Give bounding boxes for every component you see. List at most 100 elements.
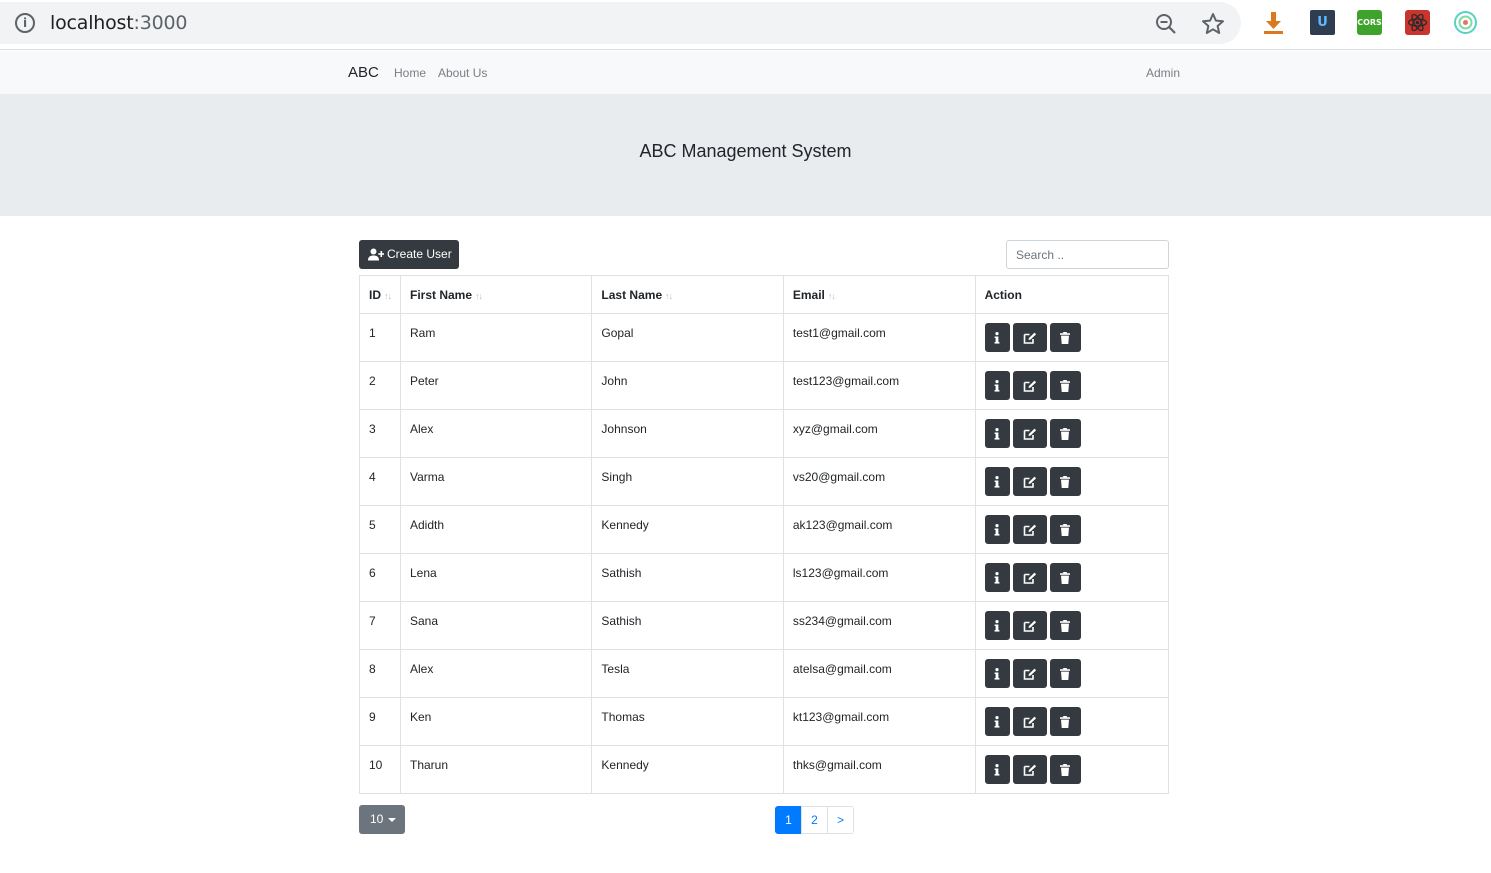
browser-toolbar: i localhost:3000 U CORS bbox=[0, 0, 1491, 50]
page-header: ABC Management System bbox=[0, 94, 1491, 216]
users-table: ID ↑↓ First Name ↑↓ Last Name ↑↓ Email ↑↓ Ac… bbox=[359, 275, 1170, 794]
sort-icon: ↑↓ bbox=[665, 290, 673, 301]
delete-user-button[interactable] bbox=[1049, 467, 1081, 496]
view-user-button[interactable] bbox=[984, 371, 1010, 400]
nav-link-home[interactable]: Home bbox=[394, 66, 426, 80]
page-size-value: 10 bbox=[370, 812, 384, 826]
zoom-out-icon[interactable] bbox=[1155, 13, 1177, 40]
view-user-button[interactable] bbox=[984, 659, 1010, 688]
cell-email: xyz@gmail.com bbox=[782, 409, 976, 458]
cell-actions bbox=[974, 361, 1170, 410]
view-user-button[interactable] bbox=[984, 515, 1010, 544]
delete-user-button[interactable] bbox=[1049, 371, 1081, 400]
page-button-1[interactable]: 1 bbox=[775, 806, 802, 834]
column-header-first-name[interactable]: First Name ↑↓ bbox=[399, 275, 593, 314]
extension-react-devtools-icon[interactable] bbox=[1405, 10, 1430, 35]
edit-user-button[interactable] bbox=[1012, 323, 1047, 352]
cell-actions bbox=[974, 457, 1170, 506]
url-text[interactable]: localhost:3000 bbox=[50, 12, 187, 34]
cell-email: ak123@gmail.com bbox=[782, 505, 976, 554]
sort-icon: ↑↓ bbox=[384, 290, 392, 301]
view-user-button[interactable] bbox=[984, 755, 1010, 784]
column-header-last-name[interactable]: Last Name ↑↓ bbox=[591, 275, 784, 314]
column-header-email[interactable]: Email ↑↓ bbox=[782, 275, 976, 314]
url-port: :3000 bbox=[133, 12, 188, 34]
cell-last-name: Singh bbox=[591, 457, 784, 506]
cell-email: test1@gmail.com bbox=[782, 313, 976, 362]
delete-user-button[interactable] bbox=[1049, 659, 1081, 688]
cell-last-name: Kennedy bbox=[591, 745, 784, 794]
edit-user-button[interactable] bbox=[1012, 371, 1047, 400]
next-page-button[interactable]: > bbox=[827, 806, 854, 834]
nav-link-admin[interactable]: Admin bbox=[1146, 66, 1180, 80]
delete-user-button[interactable] bbox=[1049, 515, 1081, 544]
cell-id: 5 bbox=[359, 505, 401, 554]
pagination: 1 2 > bbox=[775, 806, 854, 834]
download-icon[interactable] bbox=[1261, 10, 1286, 35]
cell-last-name: Johnson bbox=[591, 409, 784, 458]
user-plus-icon bbox=[368, 248, 384, 261]
table-row: 5 Adidth Kennedy ak123@gmail.com bbox=[359, 505, 1170, 554]
navbar-brand[interactable]: ABC bbox=[348, 64, 379, 81]
address-bar[interactable]: i localhost:3000 bbox=[0, 2, 1241, 44]
column-header-id[interactable]: ID ↑↓ bbox=[359, 275, 401, 314]
cell-last-name: Sathish bbox=[591, 553, 784, 602]
cell-email: thks@gmail.com bbox=[782, 745, 976, 794]
edit-user-button[interactable] bbox=[1012, 707, 1047, 736]
app-navbar: ABC Home About Us Admin bbox=[0, 51, 1491, 94]
cell-last-name: Tesla bbox=[591, 649, 784, 698]
cell-first-name: Alex bbox=[399, 649, 593, 698]
extension-ring-icon[interactable] bbox=[1453, 10, 1478, 35]
delete-user-button[interactable] bbox=[1049, 563, 1081, 592]
edit-user-button[interactable] bbox=[1012, 659, 1047, 688]
delete-user-button[interactable] bbox=[1049, 419, 1081, 448]
cell-email: atelsa@gmail.com bbox=[782, 649, 976, 698]
table-row: 9 Ken Thomas kt123@gmail.com bbox=[359, 697, 1170, 746]
cell-id: 1 bbox=[359, 313, 401, 362]
cell-id: 2 bbox=[359, 361, 401, 410]
view-user-button[interactable] bbox=[984, 467, 1010, 496]
edit-user-button[interactable] bbox=[1012, 755, 1047, 784]
delete-user-button[interactable] bbox=[1049, 323, 1081, 352]
view-user-button[interactable] bbox=[984, 323, 1010, 352]
cell-first-name: Tharun bbox=[399, 745, 593, 794]
create-user-label: Create User bbox=[387, 247, 452, 261]
cell-actions bbox=[974, 745, 1170, 794]
page-title: ABC Management System bbox=[639, 141, 852, 161]
delete-user-button[interactable] bbox=[1049, 611, 1081, 640]
view-user-button[interactable] bbox=[984, 563, 1010, 592]
sort-icon: ↑↓ bbox=[827, 290, 836, 301]
delete-user-button[interactable] bbox=[1049, 707, 1081, 736]
view-user-button[interactable] bbox=[984, 419, 1010, 448]
cell-first-name: Sana bbox=[399, 601, 593, 650]
view-user-button[interactable] bbox=[984, 611, 1010, 640]
create-user-button[interactable]: Create User bbox=[359, 240, 459, 269]
cell-last-name: Gopal bbox=[591, 313, 784, 362]
edit-user-button[interactable] bbox=[1012, 611, 1047, 640]
cell-email: kt123@gmail.com bbox=[782, 697, 976, 746]
edit-user-button[interactable] bbox=[1012, 563, 1047, 592]
page-size-dropdown[interactable]: 10 bbox=[359, 805, 405, 834]
nav-link-about-us[interactable]: About Us bbox=[438, 66, 487, 80]
extension-u-icon[interactable]: U bbox=[1310, 10, 1335, 35]
bookmark-star-icon[interactable] bbox=[1201, 12, 1225, 41]
table-row: 1 Ram Gopal test1@gmail.com bbox=[359, 313, 1170, 362]
edit-user-button[interactable] bbox=[1012, 515, 1047, 544]
table-row: 3 Alex Johnson xyz@gmail.com bbox=[359, 409, 1170, 458]
edit-user-button[interactable] bbox=[1012, 467, 1047, 496]
cell-actions bbox=[974, 649, 1170, 698]
cell-email: ls123@gmail.com bbox=[782, 553, 976, 602]
search-input[interactable] bbox=[1006, 240, 1169, 269]
edit-user-button[interactable] bbox=[1012, 419, 1047, 448]
delete-user-button[interactable] bbox=[1049, 755, 1081, 784]
view-user-button[interactable] bbox=[984, 707, 1010, 736]
cell-actions bbox=[974, 505, 1170, 554]
page-button-2[interactable]: 2 bbox=[801, 806, 828, 834]
cell-first-name: Varma bbox=[399, 457, 593, 506]
cell-first-name: Lena bbox=[399, 553, 593, 602]
cell-actions bbox=[974, 409, 1170, 458]
cell-email: vs20@gmail.com bbox=[782, 457, 976, 506]
cell-id: 9 bbox=[359, 697, 401, 746]
extension-cors-icon[interactable]: CORS bbox=[1357, 10, 1382, 35]
site-info-icon[interactable]: i bbox=[15, 13, 35, 33]
